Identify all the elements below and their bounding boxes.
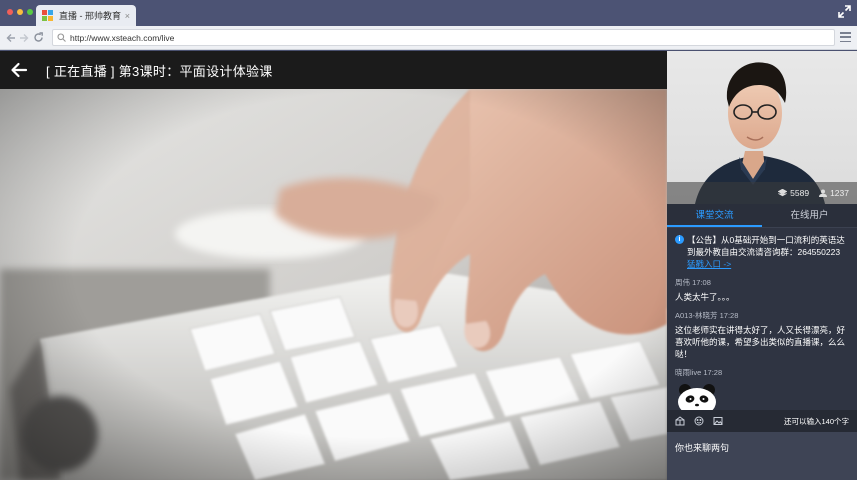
video-title: [ 正在直播 ] 第3课时：平面设计体验课 <box>46 63 273 79</box>
side-tabs: 课堂交流 在线用户 <box>667 204 857 228</box>
reload-icon[interactable] <box>33 32 44 43</box>
image-icon[interactable] <box>713 416 723 426</box>
browser-tab[interactable]: 直播 - 邢帅教育 × <box>36 5 136 26</box>
chat-message: 周伟 17:08 人类太牛了。。。 <box>675 277 851 303</box>
window-controls <box>7 9 33 15</box>
chat-time: 17:08 <box>692 278 711 287</box>
chat-meta: 周伟 17:08 <box>675 277 851 288</box>
emoji-icon[interactable] <box>694 416 704 426</box>
browser-titlebar: 直播 - 邢帅教育 × <box>0 0 857 26</box>
chat-list[interactable]: i 【公告】从0基础开始到一口流利的英语达到最外教自由交流请咨询群：264550… <box>667 228 857 410</box>
notice: i 【公告】从0基础开始到一口流利的英语达到最外教自由交流请咨询群：264550… <box>675 234 851 270</box>
maximize-window-button[interactable] <box>27 9 33 15</box>
chat-meta: A013-林晓芳 17:28 <box>675 310 851 321</box>
chat-input[interactable] <box>675 443 849 453</box>
teacher-camera: 5589 1237 <box>667 51 857 204</box>
chat-meta: 晓雨live 17:28 <box>675 367 851 378</box>
tab-title: 直播 - 邢帅教育 <box>59 11 121 21</box>
chat-time: 17:28 <box>703 368 723 377</box>
users-count: 1237 <box>830 188 849 198</box>
tab-online-users[interactable]: 在线用户 <box>762 204 857 227</box>
video-frame <box>0 89 667 480</box>
video-header: [ 正在直播 ] 第3课时：平面设计体验课 <box>0 51 667 89</box>
url-input[interactable]: http://www.xsteach.com/live <box>52 29 835 46</box>
side-panel: 5589 1237 课堂交流 在线用户 i 【公告】从0基础开始到一口流利的英语… <box>667 51 857 480</box>
notice-link[interactable]: 猛戳入口 -> <box>687 259 731 269</box>
notice-text: 【公告】从0基础开始到一口流利的英语达到最外教自由交流请咨询群：26455022… <box>687 235 845 257</box>
video-player[interactable]: [ 正在直播 ] 第3课时：平面设计体验课 <box>0 51 667 480</box>
notice-body: 【公告】从0基础开始到一口流利的英语达到最外教自由交流请咨询群：26455022… <box>687 234 851 270</box>
back-nav-icon[interactable] <box>6 33 16 43</box>
user-icon <box>819 189 828 197</box>
chat-user[interactable]: A013-林晓芳 <box>675 311 718 320</box>
char-remaining: 还可以输入140个字 <box>783 416 849 426</box>
chat-message: 晓雨live 17:28 <box>675 367 851 410</box>
views-stat: 5589 <box>778 188 809 198</box>
chat-toolbar: 还可以输入140个字 <box>667 410 857 432</box>
tab-close-icon[interactable]: × <box>125 11 130 21</box>
address-bar: http://www.xsteach.com/live <box>0 26 857 50</box>
stats-bar: 5589 1237 <box>667 182 857 204</box>
chat-text: 人类太牛了。。。 <box>675 292 735 302</box>
search-icon <box>57 33 66 42</box>
info-icon: i <box>675 235 684 244</box>
chat-time: 17:28 <box>719 311 739 320</box>
expand-icon[interactable] <box>838 5 851 18</box>
chat-user[interactable]: 晓雨live <box>675 368 701 377</box>
tab-class-chat[interactable]: 课堂交流 <box>667 204 762 227</box>
minimize-window-button[interactable] <box>17 9 23 15</box>
url-text: http://www.xsteach.com/live <box>70 32 175 43</box>
menu-icon[interactable] <box>840 32 851 42</box>
layers-icon <box>778 189 788 197</box>
chat-user[interactable]: 周伟 <box>675 278 690 287</box>
back-arrow-icon[interactable] <box>10 61 28 79</box>
site-logo-icon <box>42 10 53 21</box>
panda-sticker-icon <box>678 384 716 410</box>
forward-nav-icon[interactable] <box>19 33 29 43</box>
views-count: 5589 <box>790 188 810 198</box>
chat-text: 这位老师实在讲得太好了，人又长得漂亮，好喜欢听他的课，希望多出类似的直播课，么么… <box>675 325 846 359</box>
close-window-button[interactable] <box>7 9 13 15</box>
users-stat: 1237 <box>819 188 849 198</box>
chat-message: A013-林晓芳 17:28 这位老师实在讲得太好了，人又长得漂亮，好喜欢听他的… <box>675 310 851 360</box>
gift-icon[interactable] <box>675 416 685 426</box>
chat-input-area <box>667 432 857 480</box>
